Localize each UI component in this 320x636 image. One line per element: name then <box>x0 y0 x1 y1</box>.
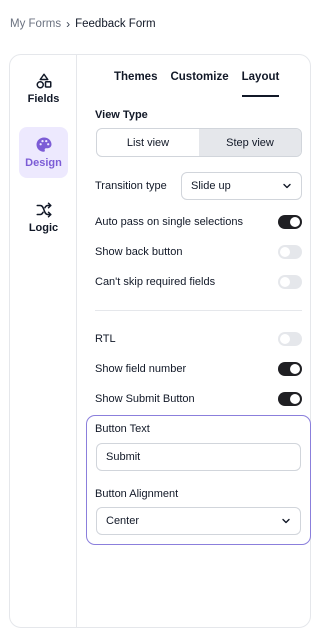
breadcrumb-current: Feedback Form <box>75 18 156 30</box>
breadcrumb: My Forms › Feedback Form <box>10 17 156 31</box>
button-alignment-value: Center <box>106 515 140 527</box>
transition-type-row: Transition type Slide up <box>95 172 302 200</box>
cant-skip-row: Can't skip required fields <box>95 275 302 289</box>
button-alignment-label: Button Alignment <box>95 488 179 500</box>
list-view-button[interactable]: List view <box>97 129 199 156</box>
auto-pass-toggle[interactable] <box>278 215 302 229</box>
chevron-down-icon <box>282 518 290 524</box>
breadcrumb-separator: › <box>66 17 71 31</box>
submit-button-label: Show Submit Button <box>95 393 195 405</box>
submit-button-row: Show Submit Button <box>95 392 302 406</box>
chevron-down-icon <box>283 183 291 189</box>
tab-layout[interactable]: Layout <box>241 71 280 97</box>
toggle-knob <box>280 334 290 344</box>
auto-pass-label: Auto pass on single selections <box>95 216 243 228</box>
form-settings-panel: Fields Design Logic Themes Customize Lay… <box>9 54 311 628</box>
sidebar-item-label: Design <box>25 157 62 169</box>
breadcrumb-my-forms-link[interactable]: My Forms <box>10 18 61 30</box>
sidebar-item-label: Fields <box>27 93 60 105</box>
sidebar-item-label: Logic <box>28 222 59 234</box>
sidebar-item-logic[interactable]: Logic <box>19 192 68 243</box>
rtl-row: RTL <box>95 332 302 346</box>
step-view-button[interactable]: Step view <box>199 129 301 156</box>
field-number-toggle[interactable] <box>278 362 302 376</box>
toggle-knob <box>290 217 300 227</box>
field-number-label: Show field number <box>95 363 187 375</box>
back-button-label: Show back button <box>95 246 183 258</box>
sidebar-item-fields[interactable]: Fields <box>19 63 68 114</box>
submit-button-toggle[interactable] <box>278 392 302 406</box>
button-alignment-select[interactable]: Center <box>96 507 301 535</box>
transition-type-select[interactable]: Slide up <box>181 172 302 200</box>
view-type-title: View Type <box>95 109 148 121</box>
field-number-row: Show field number <box>95 362 302 376</box>
tab-themes[interactable]: Themes <box>114 71 157 97</box>
auto-pass-row: Auto pass on single selections <box>95 215 302 229</box>
shuffle-icon <box>36 202 51 218</box>
back-button-row: Show back button <box>95 245 302 259</box>
toggle-knob <box>290 364 300 374</box>
button-text-label: Button Text <box>95 423 150 435</box>
transition-type-value: Slide up <box>191 180 231 192</box>
rtl-label: RTL <box>95 333 116 345</box>
settings-tabs: Themes Customize Layout <box>114 71 280 97</box>
back-button-toggle[interactable] <box>278 245 302 259</box>
toggle-knob <box>290 394 300 404</box>
cant-skip-label: Can't skip required fields <box>95 276 216 288</box>
transition-type-label: Transition type <box>95 180 167 192</box>
sidebar-item-design[interactable]: Design <box>19 127 68 178</box>
tab-customize[interactable]: Customize <box>170 71 228 97</box>
rtl-toggle[interactable] <box>278 332 302 346</box>
view-type-toggle: List view Step view <box>96 128 302 157</box>
sidebar: Fields Design Logic <box>10 55 77 627</box>
button-text-input[interactable]: Submit <box>96 443 301 471</box>
toggle-knob <box>280 277 290 287</box>
section-divider <box>95 310 302 311</box>
shapes-icon <box>36 73 51 89</box>
palette-icon <box>36 137 51 152</box>
cant-skip-toggle[interactable] <box>278 275 302 289</box>
toggle-knob <box>280 247 290 257</box>
